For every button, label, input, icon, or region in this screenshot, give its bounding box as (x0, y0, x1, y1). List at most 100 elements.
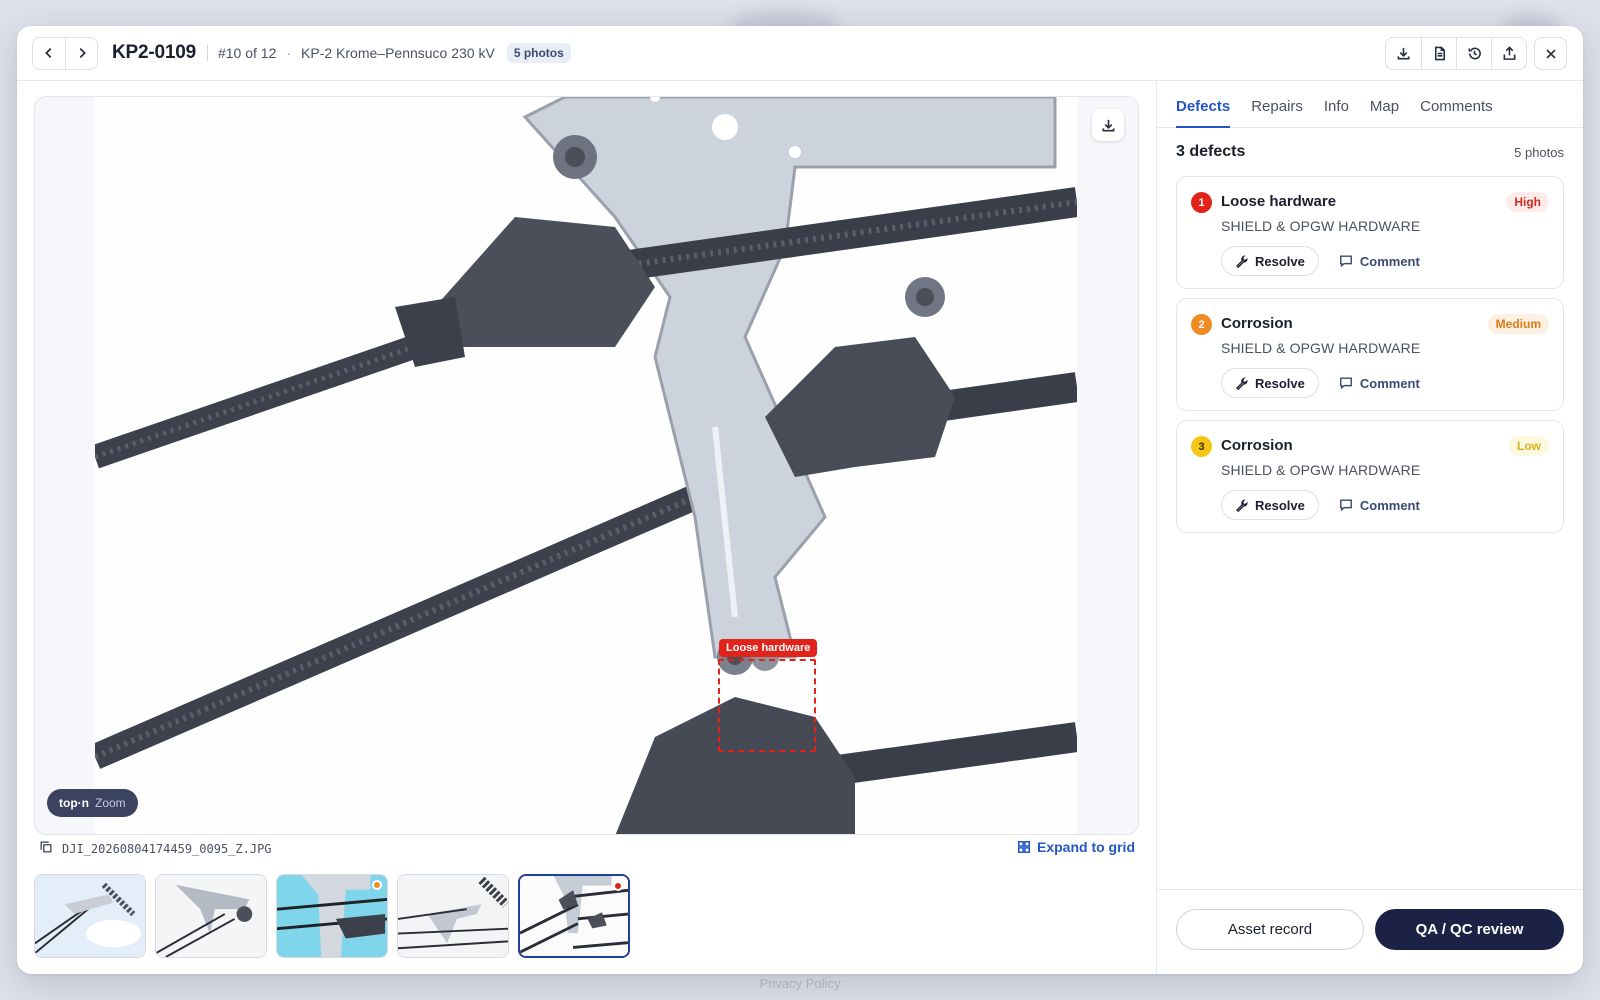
tab-repairs[interactable]: Repairs (1251, 81, 1303, 127)
history-button[interactable] (1456, 38, 1491, 69)
wrench-icon (1236, 376, 1248, 390)
privacy-policy-link[interactable]: Privacy Policy (0, 976, 1600, 991)
download-button[interactable] (1386, 38, 1421, 69)
thumbnail-2[interactable] (155, 874, 267, 958)
close-button[interactable] (1534, 37, 1567, 70)
resolve-button[interactable]: Resolve (1221, 368, 1319, 398)
photo-position: #10 of 12 (217, 45, 277, 61)
pager (32, 36, 98, 70)
divider (206, 45, 208, 61)
next-button[interactable] (65, 37, 97, 69)
comment-label: Comment (1359, 497, 1420, 513)
zoom-shortcut: top·n (59, 796, 89, 810)
defects-summary: 3 defects 5 photos (1176, 143, 1564, 161)
zoom-label: Zoom (94, 796, 126, 810)
defect-title: Corrosion (1221, 315, 1293, 332)
asset-id-title: KP2-0109 (112, 42, 196, 63)
defect-list: 1 Loose hardware SHIELD & OPGW HARDWARE … (1176, 176, 1564, 542)
defect-card[interactable]: 1 Loose hardware SHIELD & OPGW HARDWARE … (1176, 176, 1564, 289)
previous-button[interactable] (33, 37, 65, 69)
share-button[interactable] (1491, 38, 1526, 69)
comment-icon (1339, 255, 1352, 268)
photo-viewer[interactable]: Loose hardware top·n Zoom (34, 96, 1139, 835)
panel-footer: Asset record QA / QC review (1157, 889, 1583, 974)
resolve-label: Resolve (1255, 253, 1305, 269)
resolve-label: Resolve (1255, 375, 1305, 391)
annotation-box[interactable] (718, 659, 816, 752)
defect-number-badge: 2 (1191, 314, 1212, 335)
thumbnail-image (398, 875, 508, 957)
comment-icon (1339, 499, 1352, 512)
defect-card[interactable]: 2 Corrosion SHIELD & OPGW HARDWARE Mediu… (1176, 298, 1564, 411)
asset-record-button[interactable]: Asset record (1176, 909, 1364, 950)
comment-button[interactable]: Comment (1339, 254, 1420, 269)
photo-count-badge: 5 photos (506, 43, 571, 63)
thumbnail-image (35, 875, 145, 957)
thumbnail-5[interactable] (518, 874, 630, 958)
comment-button[interactable]: Comment (1339, 498, 1420, 513)
photo-inspection-modal: KP2-0109 #10 of 12 · KP-2 Krome–Pennsuco… (17, 26, 1583, 974)
defect-category: SHIELD & OPGW HARDWARE (1221, 462, 1421, 478)
header-actions (1385, 37, 1527, 70)
wrench-icon (1236, 498, 1248, 512)
share-icon (1503, 46, 1515, 60)
document-icon (1434, 46, 1445, 61)
tower-hardware-photo (95, 97, 1077, 834)
qa-qc-review-button[interactable]: QA / QC review (1375, 909, 1564, 950)
severity-badge: Medium (1487, 314, 1549, 334)
defect-category: SHIELD & OPGW HARDWARE (1221, 218, 1421, 234)
severity-badge: High (1506, 192, 1549, 212)
defect-indicator-dot (372, 880, 382, 890)
details-panel: Defects Repairs Info Map Comments 3 defe… (1156, 81, 1583, 974)
panel-tabs: Defects Repairs Info Map Comments (1157, 81, 1583, 128)
chevron-left-icon (45, 48, 52, 58)
annotation-label[interactable]: Loose hardware (719, 639, 818, 657)
thumbnail-image (277, 875, 387, 957)
defect-actions: Resolve Comment (1221, 490, 1420, 520)
defect-indicator-dot (613, 881, 623, 891)
thumbnail-image (156, 875, 266, 957)
tab-info[interactable]: Info (1324, 81, 1349, 127)
defect-category: SHIELD & OPGW HARDWARE (1221, 340, 1421, 356)
comment-label: Comment (1359, 253, 1420, 269)
resolve-button[interactable]: Resolve (1221, 246, 1319, 276)
tab-comments[interactable]: Comments (1420, 81, 1493, 127)
report-button[interactable] (1421, 38, 1456, 69)
defect-title: Loose hardware (1221, 193, 1337, 210)
defect-title: Corrosion (1221, 437, 1293, 454)
comment-label: Comment (1359, 375, 1420, 391)
comment-button[interactable]: Comment (1339, 376, 1420, 391)
grid-icon (1017, 840, 1031, 854)
copy-filename-button[interactable] (39, 840, 53, 859)
thumbnail-strip (34, 874, 630, 958)
chevron-right-icon (79, 48, 86, 58)
resolve-button[interactable]: Resolve (1221, 490, 1319, 520)
zoom-chip[interactable]: top·n Zoom (47, 789, 138, 817)
photo-filename: DJI_20260804174459_0095_Z.JPG (62, 842, 272, 856)
thumbnail-image (520, 876, 628, 956)
thumbnail-3[interactable] (276, 874, 388, 958)
filename-row: DJI_20260804174459_0095_Z.JPG Expand to … (39, 838, 1139, 860)
photo-download-button[interactable] (1092, 109, 1124, 141)
tab-map[interactable]: Map (1370, 81, 1399, 127)
defects-count: 3 defects (1176, 143, 1246, 160)
defect-actions: Resolve Comment (1221, 368, 1420, 398)
defect-number-badge: 1 (1191, 192, 1212, 213)
thumbnail-1[interactable] (34, 874, 146, 958)
thumbnail-4[interactable] (397, 874, 509, 958)
dot-separator: · (286, 45, 292, 61)
close-icon (1545, 48, 1556, 59)
expand-to-grid-label: Expand to grid (1037, 839, 1135, 855)
wrench-icon (1236, 254, 1248, 268)
expand-to-grid-link[interactable]: Expand to grid (1017, 839, 1135, 855)
resolve-label: Resolve (1255, 497, 1305, 513)
inspection-photo[interactable] (95, 97, 1077, 834)
defect-number-badge: 3 (1191, 436, 1212, 457)
download-icon (1397, 47, 1410, 60)
download-icon (1102, 119, 1114, 131)
comment-icon (1339, 377, 1352, 390)
defect-card[interactable]: 3 Corrosion SHIELD & OPGW HARDWARE Low R… (1176, 420, 1564, 533)
severity-badge: Low (1509, 436, 1549, 456)
modal-header: KP2-0109 #10 of 12 · KP-2 Krome–Pennsuco… (17, 26, 1583, 81)
tab-defects[interactable]: Defects (1176, 81, 1231, 128)
